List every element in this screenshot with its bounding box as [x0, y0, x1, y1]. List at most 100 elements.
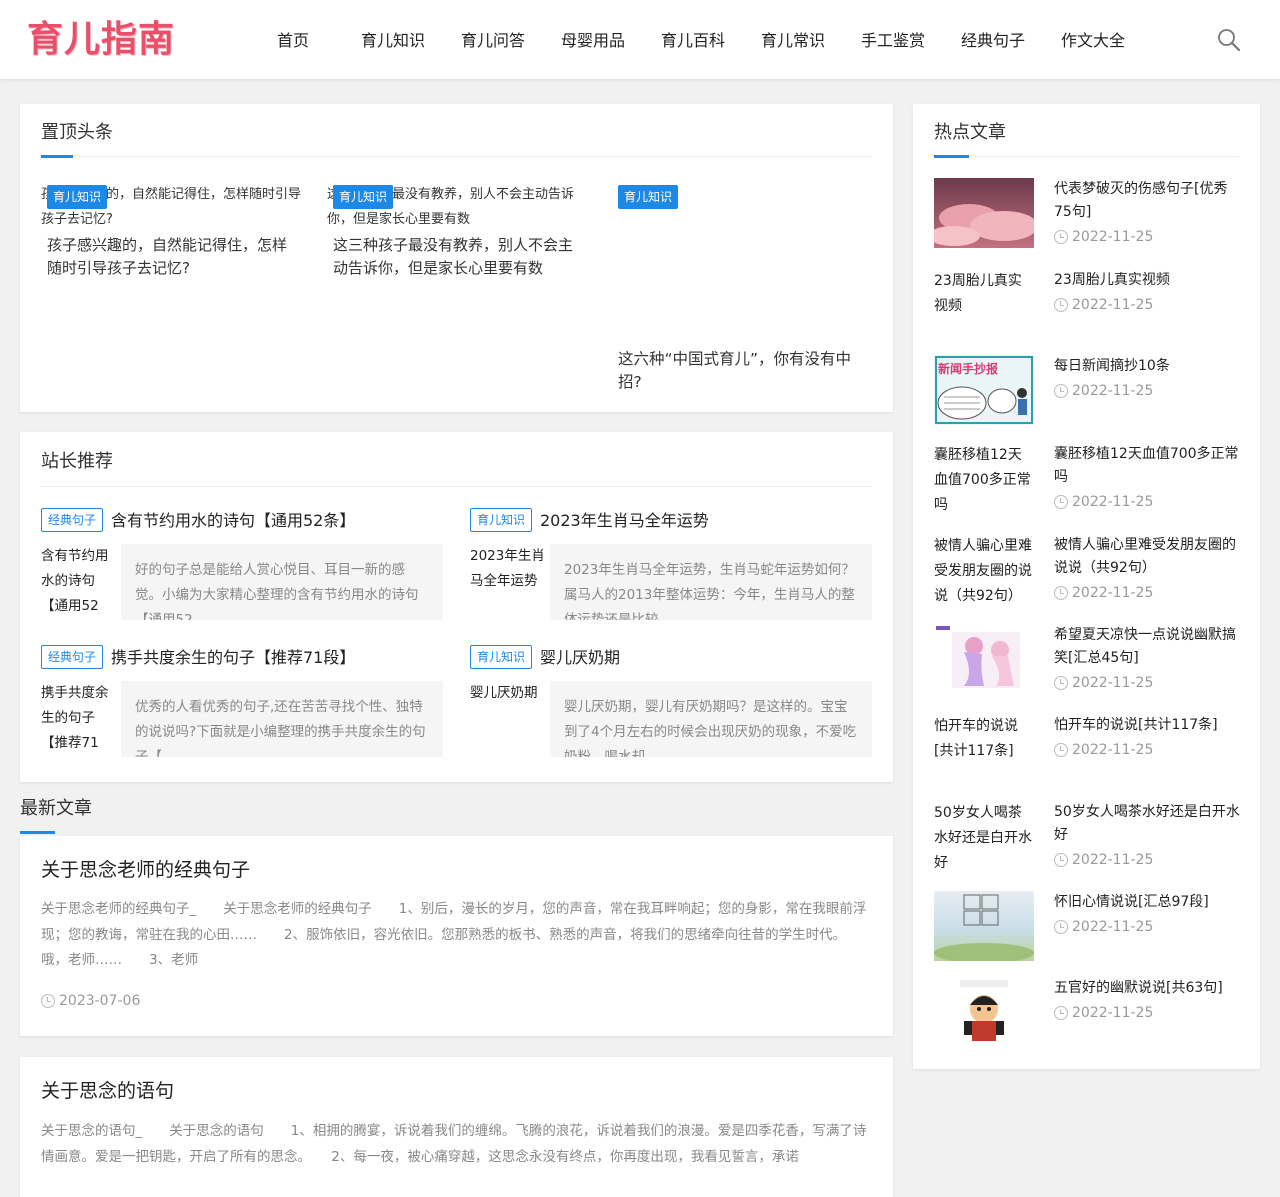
clock-icon [41, 994, 55, 1008]
clock-icon [1054, 1006, 1068, 1020]
pinned-item-title[interactable]: 孩子感兴趣的，自然能记得住，怎样随时引导孩子去记忆? [41, 234, 301, 280]
article-date: 2022-11-25 [1054, 295, 1244, 315]
main-nav: 首页 育儿知识 育儿问答 母婴用品 育儿百科 育儿常识 手工鉴赏 经典句子 作文… [243, 0, 1143, 80]
site-header: 育儿指南 首页 育儿知识 育儿问答 母婴用品 育儿百科 育儿常识 手工鉴赏 经典… [0, 0, 1280, 80]
recommend-item[interactable]: 经典句子 携手共度余生的句子【推荐71段】 携手共度余生的句子【推荐71 优秀的… [41, 645, 443, 769]
section-title: 置顶头条 [41, 122, 113, 143]
hot-article-item[interactable]: 怕开车的说说[共计117条] 怕开车的说说[共计117条] 2022-11-25 [934, 714, 1244, 784]
pinned-item-title[interactable]: 这六种“中国式育儿”，你有没有中招? [618, 348, 868, 394]
post-card[interactable]: 关于思念的语句 关于思念的语句_ 关于思念的语句 1、相拥的腾宴，诉说着我们的缠… [20, 1057, 893, 1197]
pinned-item[interactable]: 这三种孩子最没有教养，别人不会主动告诉你，但是家长心里要有数 育儿知识 这三种孩… [327, 182, 587, 280]
hot-article-info: 怕开车的说说[共计117条] 2022-11-25 [1054, 714, 1244, 760]
article-date: 2022-11-25 [1054, 381, 1244, 401]
article-date-text: 2022-11-25 [1072, 585, 1154, 601]
article-date: 2022-11-25 [1054, 740, 1244, 760]
clock-icon [1054, 743, 1068, 757]
post-card[interactable]: 关于思念老师的经典句子 关于思念老师的经典句子_ 关于思念老师的经典句子 1、别… [20, 836, 893, 1036]
hot-article-info: 每日新闻摘抄10条 2022-11-25 [1054, 355, 1244, 401]
hot-article-title[interactable]: 代表梦破灭的伤感句子[优秀75句] [1054, 178, 1244, 224]
recommend-item-title[interactable]: 含有节约用水的诗句【通用52条】 [111, 508, 355, 534]
category-tag[interactable]: 育儿知识 [333, 185, 394, 209]
category-tag[interactable]: 育儿知识 [618, 185, 679, 209]
search-button[interactable] [1216, 27, 1242, 53]
hot-article-info: 五官好的幽默说说[共63句] 2022-11-25 [1054, 977, 1244, 1023]
hot-article-item[interactable]: 23周胎儿真实视频 23周胎儿真实视频 2022-11-25 [934, 269, 1244, 339]
article-thumbnail[interactable] [934, 178, 1034, 248]
nav-item-home[interactable]: 首页 [243, 0, 343, 80]
article-thumbnail[interactable]: 新闻手抄报 [934, 355, 1034, 425]
article-thumbnail-alt[interactable]: 50岁女人喝茶水好还是白开水好 [934, 801, 1034, 876]
hot-article-title[interactable]: 五官好的幽默说说[共63句] [1054, 977, 1244, 1000]
pinned-item[interactable]: 育儿知识 这六种“中国式育儿”，你有没有中招? [618, 182, 878, 402]
post-title[interactable]: 关于思念的语句 [41, 1078, 174, 1104]
hot-article-item[interactable]: 希望夏天凉快一点说说幽默搞笑[汇总45句] 2022-11-25 [934, 624, 1244, 694]
hot-article-title[interactable]: 囊胚移植12天血值700多正常吗 [1054, 443, 1244, 489]
hot-article-item[interactable]: 被情人骗心里难受发朋友圈的说说（共92句） 被情人骗心里难受发朋友圈的说说（共9… [934, 534, 1244, 610]
article-thumbnail[interactable] [934, 977, 1034, 1047]
clock-icon [1054, 384, 1068, 398]
recommend-item-title[interactable]: 2023年生肖马全年运势 [540, 508, 709, 534]
recommend-item-image-alt[interactable]: 婴儿厌奶期 [470, 681, 546, 756]
post-date-text: 2023-07-06 [59, 993, 141, 1009]
nav-item-parenting-knowledge[interactable]: 育儿知识 [343, 0, 443, 80]
article-thumbnail-alt[interactable]: 怕开车的说说[共计117条] [934, 714, 1034, 764]
hot-article-title[interactable]: 希望夏天凉快一点说说幽默搞笑[汇总45句] [1054, 624, 1244, 670]
pinned-item[interactable]: 孩子感兴趣的，自然能记得住，怎样随时引导孩子去记忆? 育儿知识 孩子感兴趣的，自… [41, 182, 301, 280]
article-date-text: 2022-11-25 [1072, 675, 1154, 691]
article-thumbnail-alt[interactable]: 被情人骗心里难受发朋友圈的说说（共92句） [934, 534, 1034, 609]
recommend-item-title[interactable]: 携手共度余生的句子【推荐71段】 [111, 645, 355, 671]
hot-article-item[interactable]: 50岁女人喝茶水好还是白开水好 50岁女人喝茶水好还是白开水好 2022-11-… [934, 801, 1244, 877]
article-thumbnail-alt[interactable]: 囊胚移植12天血值700多正常吗 [934, 443, 1034, 518]
hot-article-info: 50岁女人喝茶水好还是白开水好 2022-11-25 [1054, 801, 1244, 870]
article-date: 2022-11-25 [1054, 850, 1244, 870]
hot-article-title[interactable]: 怕开车的说说[共计117条] [1054, 714, 1244, 737]
recommend-item-excerpt: 婴儿厌奶期，婴儿有厌奶期吗？是这样的。宝宝到了4个月左右的时候会出现厌奶的现象，… [550, 681, 872, 757]
hot-article-item[interactable]: 怀旧心情说说[汇总97段] 2022-11-25 [934, 891, 1244, 961]
article-date: 2022-11-25 [1054, 1003, 1244, 1023]
recommend-item[interactable]: 育儿知识 婴儿厌奶期 婴儿厌奶期 婴儿厌奶期，婴儿有厌奶期吗？是这样的。宝宝到了… [470, 645, 872, 769]
hot-article-title[interactable]: 被情人骗心里难受发朋友圈的说说（共92句） [1054, 534, 1244, 580]
nav-item-parenting-encyclopedia[interactable]: 育儿百科 [643, 0, 743, 80]
hot-article-title[interactable]: 每日新闻摘抄10条 [1054, 355, 1244, 378]
nav-item-classic-sentences[interactable]: 经典句子 [943, 0, 1043, 80]
section-accent [934, 155, 969, 158]
hot-article-title[interactable]: 50岁女人喝茶水好还是白开水好 [1054, 801, 1244, 847]
hot-article-item[interactable]: 新闻手抄报 每日新闻摘抄10条 2022-11-25 [934, 355, 1244, 425]
category-tag[interactable]: 经典句子 [41, 508, 104, 532]
article-date-text: 2022-11-25 [1072, 229, 1154, 245]
article-date-text: 2022-11-25 [1072, 852, 1154, 868]
recommend-item-title[interactable]: 婴儿厌奶期 [540, 645, 620, 671]
category-tag[interactable]: 育儿知识 [470, 508, 533, 532]
category-tag[interactable]: 育儿知识 [47, 185, 108, 209]
hot-article-item[interactable]: 囊胚移植12天血值700多正常吗 囊胚移植12天血值700多正常吗 2022-1… [934, 443, 1244, 519]
pinned-item-title[interactable]: 这三种孩子最没有教养，别人不会主动告诉你，但是家长心里要有数 [327, 234, 587, 280]
nav-item-essays[interactable]: 作文大全 [1043, 0, 1143, 80]
clock-icon [1054, 495, 1068, 509]
category-tag[interactable]: 育儿知识 [470, 645, 533, 669]
recommend-item-image-alt[interactable]: 携手共度余生的句子【推荐71 [41, 681, 117, 756]
article-date-text: 2022-11-25 [1072, 742, 1154, 758]
article-thumbnail[interactable] [934, 891, 1034, 961]
recommend-item[interactable]: 育儿知识 2023年生肖马全年运势 2023年生肖马全年运势 2023年生肖马全… [470, 508, 872, 632]
post-title[interactable]: 关于思念老师的经典句子 [41, 857, 250, 883]
recommend-item-image-alt[interactable]: 2023年生肖马全年运势 [470, 544, 546, 619]
nav-item-handcraft[interactable]: 手工鉴赏 [843, 0, 943, 80]
nav-item-parenting-qa[interactable]: 育儿问答 [443, 0, 543, 80]
clock-icon [1054, 586, 1068, 600]
recommend-item-image-alt[interactable]: 含有节约用水的诗句【通用52 [41, 544, 117, 619]
category-tag[interactable]: 经典句子 [41, 645, 104, 669]
site-logo[interactable]: 育儿指南 [27, 18, 175, 62]
hot-article-item[interactable]: 五官好的幽默说说[共63句] 2022-11-25 [934, 977, 1244, 1047]
article-date: 2022-11-25 [1054, 583, 1244, 603]
hot-article-title[interactable]: 23周胎儿真实视频 [1054, 269, 1244, 292]
article-thumbnail[interactable] [934, 624, 1034, 694]
hot-article-item[interactable]: 代表梦破灭的伤感句子[优秀75句] 2022-11-25 [934, 178, 1244, 248]
article-thumbnail-alt[interactable]: 23周胎儿真实视频 [934, 269, 1034, 319]
nav-item-baby-products[interactable]: 母婴用品 [543, 0, 643, 80]
hot-article-title[interactable]: 怀旧心情说说[汇总97段] [1054, 891, 1244, 914]
nav-item-parenting-tips[interactable]: 育儿常识 [743, 0, 843, 80]
hot-article-info: 囊胚移植12天血值700多正常吗 2022-11-25 [1054, 443, 1244, 512]
hot-article-info: 被情人骗心里难受发朋友圈的说说（共92句） 2022-11-25 [1054, 534, 1244, 603]
recommend-item-excerpt: 2023年生肖马全年运势，生肖马蛇年运势如何？属马人的2013年整体运势：今年，… [550, 544, 872, 620]
recommend-item[interactable]: 经典句子 含有节约用水的诗句【通用52条】 含有节约用水的诗句【通用52 好的句… [41, 508, 443, 632]
